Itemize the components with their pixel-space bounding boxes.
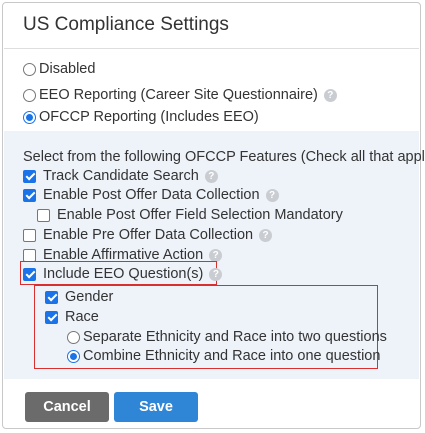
radio-disabled-control[interactable] (23, 62, 36, 76)
radio-ofccp-reporting-label: OFCCP Reporting (Includes EEO) (39, 109, 259, 125)
help-icon[interactable]: ? (259, 228, 273, 242)
radio-separate-control[interactable] (67, 330, 80, 344)
feature-post-offer-field-mandatory[interactable]: Enable Post Offer Field Selection Mandat… (37, 207, 343, 223)
feature-enable-post-offer-data-collection[interactable]: Enable Post Offer Data Collection ? (23, 187, 279, 203)
radio-eeo-reporting[interactable]: EEO Reporting (Career Site Questionnaire… (23, 87, 337, 103)
radio-disabled-label: Disabled (39, 61, 96, 77)
eeo-race[interactable]: Race (45, 309, 99, 325)
eeo-gender[interactable]: Gender (45, 289, 113, 305)
radio-ofccp-reporting-control[interactable] (23, 110, 36, 124)
help-icon[interactable]: ? (265, 188, 279, 202)
feature-include-eeo-questions[interactable]: Include EEO Question(s) ? (23, 266, 223, 282)
radio-combine-control[interactable] (67, 349, 80, 363)
feature-label: Enable Post Offer Field Selection Mandat… (57, 207, 343, 223)
help-icon[interactable]: ? (209, 248, 223, 262)
checkbox[interactable] (23, 188, 36, 202)
cancel-button[interactable]: Cancel (25, 392, 109, 422)
radio-disabled[interactable]: Disabled (23, 61, 95, 77)
feature-label: Enable Post Offer Data Collection (43, 187, 260, 203)
help-icon[interactable]: ? (209, 267, 223, 281)
divider (4, 48, 419, 49)
checkbox[interactable] (45, 310, 58, 324)
radio-combine-label: Combine Ethnicity and Race into one ques… (83, 348, 381, 364)
checkbox[interactable] (37, 208, 50, 222)
feature-track-candidate-search[interactable]: Track Candidate Search ? (23, 168, 218, 184)
features-instruction-text: Select from the following OFCCP Features… (23, 149, 425, 165)
radio-eeo-reporting-control[interactable] (23, 88, 36, 102)
radio-separate-label: Separate Ethnicity and Race into two que… (83, 329, 387, 345)
help-icon[interactable]: ? (323, 88, 337, 102)
help-icon[interactable]: ? (204, 169, 218, 183)
feature-label: Enable Pre Offer Data Collection (43, 227, 254, 243)
eeo-gender-label: Gender (65, 289, 114, 305)
settings-panel: US Compliance Settings Disabled EEO Repo… (2, 2, 425, 429)
radio-eeo-reporting-label: EEO Reporting (Career Site Questionnaire… (39, 87, 318, 103)
save-button[interactable]: Save (114, 392, 198, 422)
feature-label: Include EEO Question(s) (43, 266, 204, 282)
feature-enable-pre-offer-data-collection[interactable]: Enable Pre Offer Data Collection ? (23, 227, 273, 243)
radio-separate-ethnicity-race[interactable]: Separate Ethnicity and Race into two que… (67, 329, 387, 345)
radio-combine-ethnicity-race[interactable]: Combine Ethnicity and Race into one ques… (67, 348, 380, 364)
checkbox[interactable] (23, 248, 36, 262)
features-instruction: Select from the following OFCCP Features… (23, 149, 425, 165)
checkbox[interactable] (45, 290, 58, 304)
eeo-race-label: Race (65, 309, 99, 325)
checkbox[interactable] (23, 267, 36, 281)
page-title: US Compliance Settings (23, 14, 229, 35)
feature-label: Track Candidate Search (43, 168, 199, 184)
checkbox[interactable] (23, 228, 36, 242)
checkbox[interactable] (23, 169, 36, 183)
radio-ofccp-reporting[interactable]: OFCCP Reporting (Includes EEO) (23, 109, 259, 125)
